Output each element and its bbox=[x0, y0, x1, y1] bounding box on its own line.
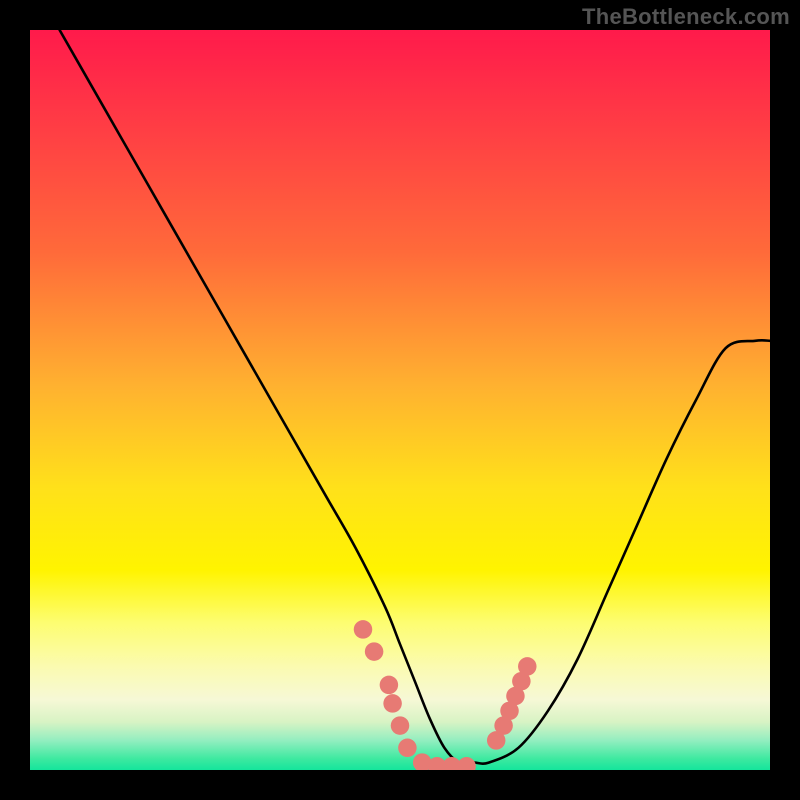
marker-dot bbox=[398, 739, 417, 758]
marker-dot bbox=[365, 642, 384, 661]
curve-layer bbox=[30, 30, 770, 770]
bottleneck-curve bbox=[60, 30, 770, 764]
marker-dot bbox=[457, 757, 476, 770]
plot-area bbox=[30, 30, 770, 770]
marker-dot bbox=[383, 694, 402, 713]
marker-dot bbox=[354, 620, 373, 639]
chart-frame: { "watermark": "TheBottleneck.com", "col… bbox=[0, 0, 800, 800]
watermark-text: TheBottleneck.com bbox=[582, 4, 790, 30]
marker-dot bbox=[518, 657, 537, 676]
marker-dot bbox=[380, 676, 399, 695]
marker-dot bbox=[391, 716, 410, 735]
